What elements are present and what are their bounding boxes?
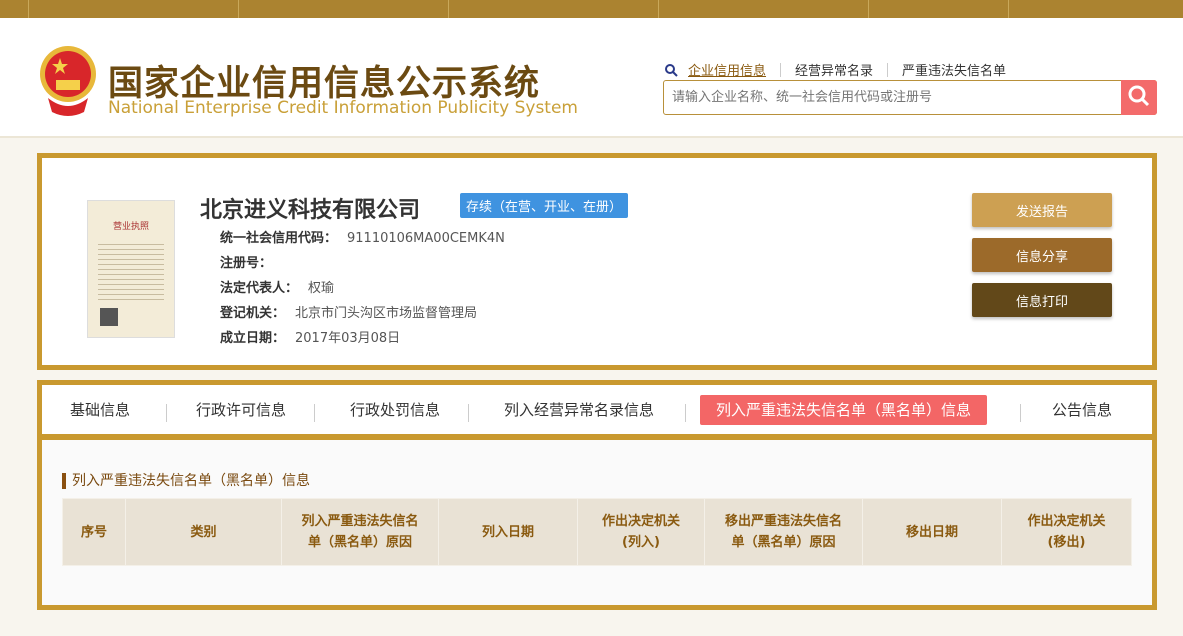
search-button[interactable] [1121,80,1157,115]
search-input[interactable] [664,81,1114,114]
column-header: 移出严重违法失信名单（黑名单）原因 [704,498,863,566]
field-label: 法定代表人： [220,281,299,296]
tab-bar: 基础信息 行政许可信息 行政处罚信息 列入经营异常名录信息 列入严重违法失信名单… [42,385,1152,440]
link-abnormal-list[interactable]: 经营异常名录 [795,60,873,79]
credit-code: 91110106MA00CEMK4N [347,231,505,246]
company-name: 北京进义科技有限公司 [200,198,421,223]
national-emblem-icon [40,46,96,116]
section-title: 列入严重违法失信名单（黑名单）信息 [62,473,310,489]
field-label: 统一社会信用代码： [220,231,338,246]
company-summary-card: 营业执照 北京进义科技有限公司 存续（在营、开业、在册） 统一社会信用代码： 91… [37,153,1157,370]
established-date: 2017年03月08日 [295,331,401,346]
tab-abnormal-list[interactable]: 列入经营异常名录信息 [490,395,668,425]
search-icon [665,63,678,77]
send-report-button[interactable]: 发送报告 [972,193,1112,227]
reg-authority: 北京市门头沟区市场监督管理局 [295,306,478,321]
column-header: 作出决定机关(列入) [577,498,705,566]
column-header: 序号 [62,498,126,566]
tab-admin-penalty[interactable]: 行政处罚信息 [336,395,454,425]
top-nav-bar [0,0,1183,18]
tab-announcements[interactable]: 公告信息 [1038,395,1126,425]
column-header: 移出日期 [862,498,1002,566]
tab-basic-info[interactable]: 基础信息 [56,395,144,425]
share-button[interactable]: 信息分享 [972,238,1112,272]
print-button[interactable]: 信息打印 [972,283,1112,317]
link-blacklist[interactable]: 严重违法失信名单 [902,60,1006,79]
search-box [663,80,1157,115]
field-label: 成立日期： [220,331,286,346]
column-header: 列入日期 [438,498,578,566]
link-enterprise-credit[interactable]: 企业信用信息 [688,60,766,79]
site-subtitle: National Enterprise Credit Information P… [108,98,578,118]
company-info: 统一社会信用代码： 91110106MA00CEMK4N 注册号： 法定代表人： 权… [220,226,505,351]
search-icon [1128,85,1150,107]
site-header: 国家企业信用信息公示系统 National Enterprise Credit … [0,18,1183,138]
business-license-image: 营业执照 [87,200,175,338]
blacklist-table: 序号 类别 列入严重违法失信名单（黑名单）原因 列入日期 作出决定机关(列入) … [62,498,1132,566]
license-title: 营业执照 [112,222,149,232]
column-header: 类别 [125,498,282,566]
tab-admin-license[interactable]: 行政许可信息 [182,395,300,425]
column-header: 列入严重违法失信名单（黑名单）原因 [281,498,439,566]
column-header: 作出决定机关(移出) [1001,498,1132,566]
field-label: 登记机关： [220,306,286,321]
quick-links: 企业信用信息 经营异常名录 严重违法失信名单 [664,60,1020,79]
field-label: 注册号： [220,256,273,271]
tab-blacklist[interactable]: 列入严重违法失信名单（黑名单）信息 [700,394,988,425]
details-card: 基础信息 行政许可信息 行政处罚信息 列入经营异常名录信息 列入严重违法失信名单… [37,380,1157,610]
legal-rep: 权瑜 [308,281,335,296]
status-badge: 存续（在营、开业、在册） [460,193,629,218]
